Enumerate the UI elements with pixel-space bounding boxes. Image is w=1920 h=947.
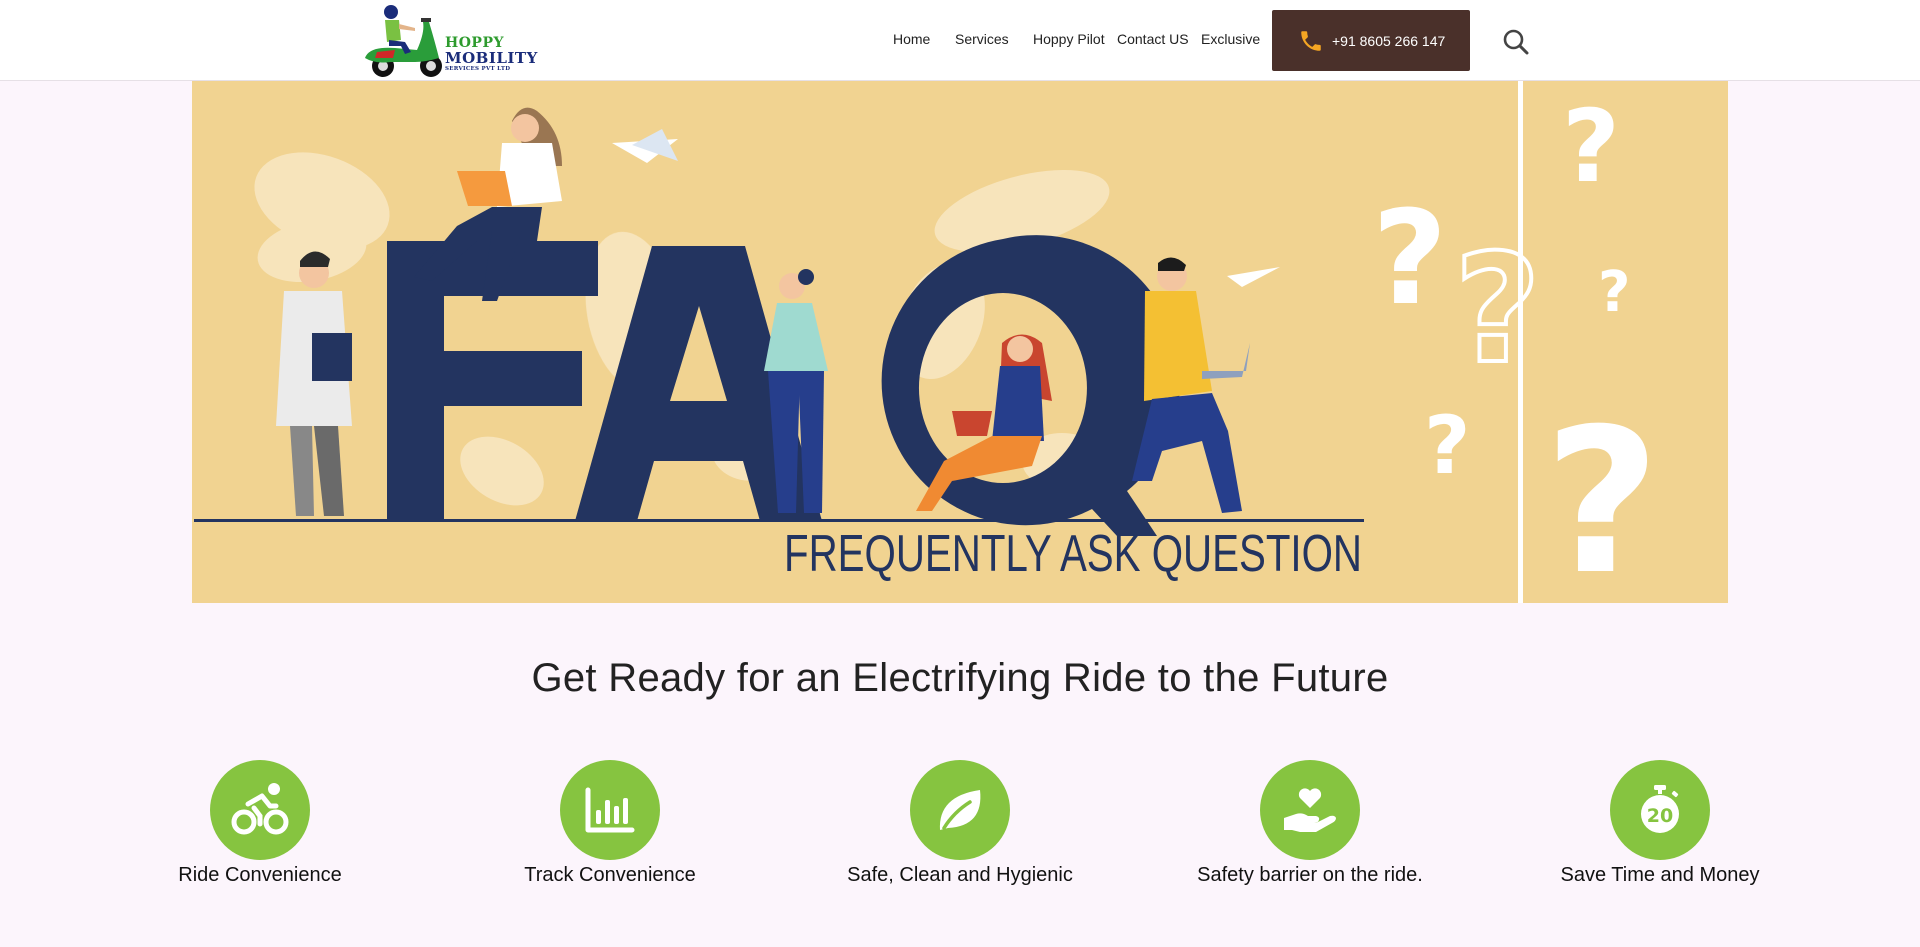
nav-contact-us[interactable]: Contact US [1117, 31, 1189, 47]
phone-number-label: +91 8605 266 147 [1332, 32, 1446, 49]
question-mark-large-left: ? [1372, 182, 1447, 334]
bar-chart-icon [585, 787, 635, 833]
bicycle-icon [231, 783, 289, 835]
nav-exclusive[interactable]: Exclusive [1201, 31, 1260, 47]
feature-label: Ride Convenience [178, 864, 342, 886]
feature-icon-circle: 20 [1610, 760, 1710, 860]
question-mark-small-right: ? [1598, 260, 1630, 325]
feature-icon-circle [1260, 760, 1360, 860]
nav-services[interactable]: Services [955, 31, 1009, 47]
faq-hero-banner: FREQUENTLY ASK QUESTION ? ? ? ? ? ? [192, 81, 1728, 603]
person-doctor-figure [276, 251, 352, 516]
call-phone-button[interactable]: +91 8605 266 147 [1272, 10, 1470, 71]
feature-track-convenience: Track Convenience [460, 760, 760, 887]
feature-safe-clean-hygienic: Safe, Clean and Hygienic [810, 760, 1110, 887]
stopwatch-20-icon: 20 [1641, 785, 1679, 833]
search-icon[interactable] [1502, 28, 1530, 56]
question-mark-huge: ? [1544, 386, 1660, 603]
question-mark-outline: ? [1454, 223, 1541, 397]
feature-ride-convenience: Ride Convenience [110, 760, 410, 887]
feature-label: Save Time and Money [1560, 864, 1760, 886]
logo-line-mobility: MOBILITY [445, 49, 538, 67]
feature-save-time-money: 20 Save Time and Money [1510, 760, 1810, 887]
question-mark-small-left: ? [1424, 399, 1470, 492]
phone-icon [1301, 30, 1321, 51]
site-header: HOPPY MOBILITY SERVICES PVT LTD Home Ser… [0, 0, 1920, 81]
nav-hoppy-pilot[interactable]: Hoppy Pilot [1033, 31, 1105, 47]
feature-label: Safety barrier on the ride. [1197, 864, 1423, 886]
feature-icon-circle [210, 760, 310, 860]
heart-hand-icon [1284, 788, 1336, 832]
feature-label: Track Convenience [524, 864, 696, 886]
section-tagline: Get Ready for an Electrifying Ride to th… [531, 656, 1389, 700]
logo-wordmark: HOPPY MOBILITY SERVICES PVT LTD [445, 36, 538, 73]
feature-label: Safe, Clean and Hygienic [847, 864, 1073, 886]
faq-subtitle: FREQUENTLY ASK QUESTION [784, 525, 1362, 583]
feature-safety-barrier: Safety barrier on the ride. [1160, 760, 1460, 887]
faq-illustration: FREQUENTLY ASK QUESTION ? ? ? ? ? ? [194, 81, 1660, 603]
feature-icon-circle [560, 760, 660, 860]
svg-text:20: 20 [1647, 805, 1673, 827]
feature-icon-circle [910, 760, 1010, 860]
person-man-laptop-figure [1132, 257, 1250, 513]
question-mark-top-right: ? [1562, 88, 1620, 205]
leaf-icon [939, 790, 981, 830]
nav-home[interactable]: Home [893, 31, 930, 47]
